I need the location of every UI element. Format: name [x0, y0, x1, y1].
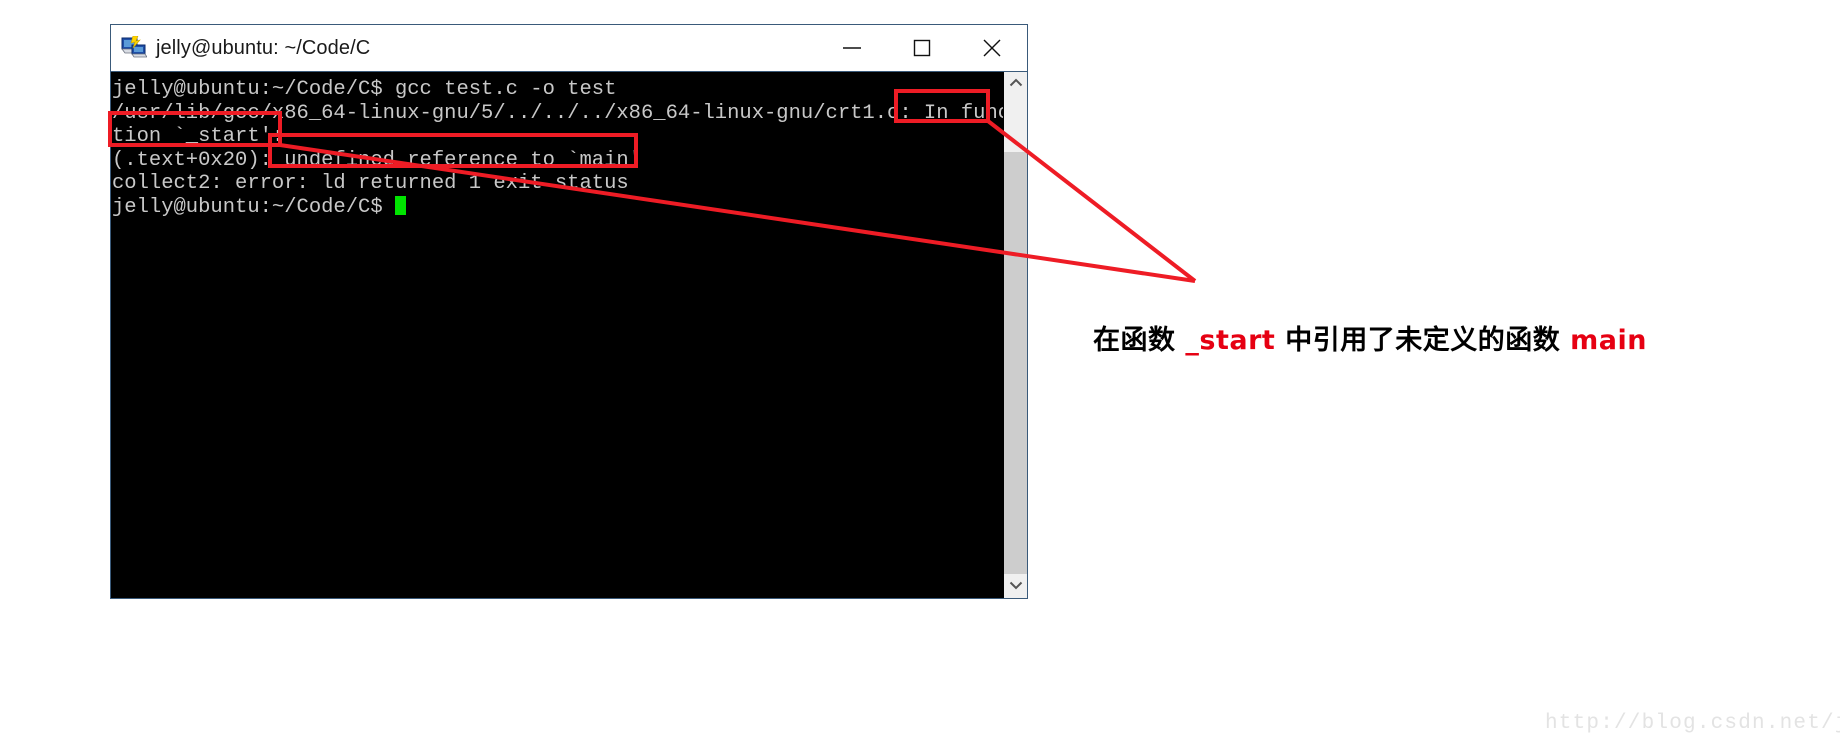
minimize-button[interactable]: [817, 25, 887, 71]
terminal-line: (.text+0x20): undefined reference to `ma…: [112, 148, 641, 172]
terminal-window: jelly@ubuntu: ~/Code/C jelly@ubuntu:~/Co…: [110, 24, 1028, 599]
annotation-caption: 在函数 _start 中引用了未定义的函数 main: [1093, 318, 1647, 357]
terminal-line: /usr/lib/gcc/x86_64-linux-gnu/5/../../..…: [112, 101, 1003, 125]
maximize-icon: [913, 39, 931, 57]
terminal-cursor: [394, 195, 406, 215]
terminal-body: jelly@ubuntu:~/Code/C$ gcc test.c -o tes…: [111, 71, 1027, 598]
chevron-down-icon: [1009, 577, 1023, 595]
caption-part-1: 在函数: [1093, 325, 1186, 356]
window-controls: [817, 25, 1027, 71]
close-icon: [982, 38, 1002, 58]
maximize-button[interactable]: [887, 25, 957, 71]
terminal-scrollbar[interactable]: [1003, 72, 1027, 598]
terminal-line: collect2: error: ld returned 1 exit stat…: [112, 172, 629, 195]
window-title-bar[interactable]: jelly@ubuntu: ~/Code/C: [111, 25, 1027, 71]
scrollbar-down-button[interactable]: [1004, 574, 1027, 598]
terminal-prompt-line: jelly@ubuntu:~/Code/C$: [112, 195, 1003, 220]
watermark: http://blog.csdn.net/jelly_9: [1545, 712, 1840, 735]
terminal-screen[interactable]: jelly@ubuntu:~/Code/C$ gcc test.c -o tes…: [111, 72, 1003, 598]
terminal-prompt: jelly@ubuntu:~/Code/C$: [112, 195, 395, 219]
minimize-icon: [841, 42, 863, 54]
terminal-line: tion `_start':: [112, 125, 285, 148]
window-title-text: jelly@ubuntu: ~/Code/C: [156, 36, 371, 59]
chevron-up-icon: [1009, 75, 1023, 93]
scrollbar-track[interactable]: [1004, 96, 1027, 574]
caption-highlight-start: _start: [1185, 325, 1276, 356]
terminal-line: jelly@ubuntu:~/Code/C$ gcc test.c -o tes…: [112, 78, 617, 101]
caption-highlight-main: main: [1570, 325, 1647, 356]
scrollbar-up-button[interactable]: [1004, 72, 1027, 96]
scrollbar-thumb[interactable]: [1004, 152, 1027, 574]
putty-terminal-icon: [121, 35, 148, 60]
close-button[interactable]: [957, 25, 1027, 71]
caption-part-2: 中引用了未定义的函数: [1275, 325, 1571, 356]
